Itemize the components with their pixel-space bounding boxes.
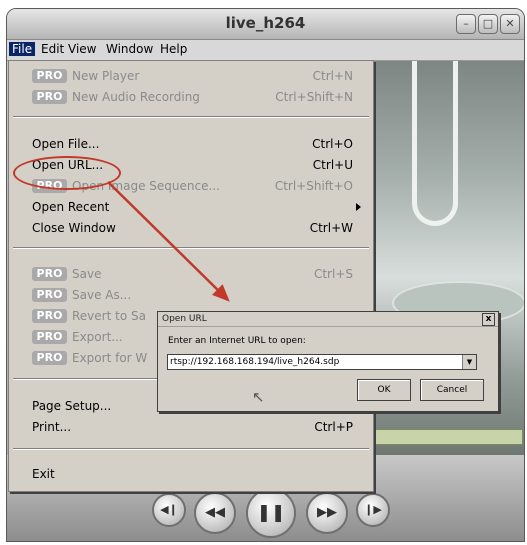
dialog-title: Open URL xyxy=(162,314,207,324)
dialog-prompt: Enter an Internet URL to open: xyxy=(168,336,306,346)
dialog-close-button[interactable]: x xyxy=(482,313,495,326)
dropdown-arrow-icon[interactable]: ▼ xyxy=(462,355,476,369)
url-combobox[interactable]: ▼ xyxy=(167,354,477,370)
ok-button[interactable]: OK xyxy=(357,379,411,401)
annotation-arrow xyxy=(107,181,230,302)
open-url-dialog: Open URL x Enter an Internet URL to open… xyxy=(157,311,499,412)
url-input[interactable] xyxy=(170,355,455,368)
cancel-button[interactable]: Cancel xyxy=(420,379,484,401)
mouse-cursor-icon: ↖ xyxy=(252,388,265,406)
dialog-title-bar[interactable]: Open URL x xyxy=(158,312,498,327)
